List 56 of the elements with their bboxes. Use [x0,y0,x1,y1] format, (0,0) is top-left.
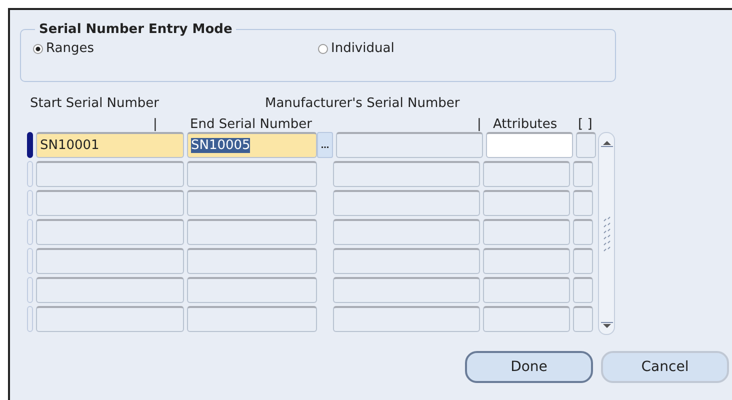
input-field[interactable] [187,190,317,216]
column-separator: | [153,117,158,132]
column-header: Start Serial Number [30,96,160,111]
scrollbar[interactable] [598,132,615,335]
input-field[interactable] [483,277,570,303]
input-field[interactable] [573,190,593,216]
dialog-button[interactable]: Cancel [601,351,729,383]
column-header: Attributes [493,117,558,132]
input-field[interactable] [333,190,480,216]
list-of-values-button[interactable]: ... [317,132,333,158]
input-field[interactable] [187,219,317,245]
input-field[interactable] [36,219,184,245]
column-separator: | [477,117,482,132]
field-value: SN10005 [191,138,250,153]
input-field[interactable] [573,161,593,187]
dialog-button[interactable]: Done [465,351,593,383]
input-field[interactable] [36,277,184,303]
input-field[interactable] [187,161,317,187]
input-field[interactable] [573,306,593,332]
input-field[interactable] [187,248,317,274]
input-field[interactable] [573,277,593,303]
input-field[interactable] [483,248,570,274]
input-field[interactable]: SN10005 [187,132,317,158]
input-field[interactable] [36,190,184,216]
input-field[interactable] [576,132,596,158]
input-field[interactable] [333,248,480,274]
group-title: Serial Number Entry Mode [38,22,234,37]
field-value: SN10001 [40,138,100,153]
input-field[interactable] [36,306,184,332]
input-field[interactable]: SN10001 [36,132,184,158]
scroll-down-icon[interactable] [600,322,612,330]
radio-option[interactable]: Individual [318,41,603,56]
input-field[interactable] [486,132,573,158]
input-field[interactable] [187,306,317,332]
radio-label: Ranges [46,41,94,56]
column-header: End Serial Number [190,117,313,132]
input-field[interactable] [333,161,480,187]
column-header: [ ] [578,117,592,132]
input-field[interactable] [333,277,480,303]
input-field[interactable] [336,132,483,158]
input-field[interactable] [483,161,570,187]
radio-label: Individual [331,41,394,56]
input-field[interactable] [333,219,480,245]
input-field[interactable] [573,248,593,274]
input-field[interactable] [36,248,184,274]
input-field[interactable] [573,219,593,245]
row-indicator[interactable] [27,132,33,158]
input-field[interactable] [333,306,480,332]
radio-option[interactable]: Ranges [33,41,318,56]
input-field[interactable] [36,161,184,187]
input-field[interactable] [187,277,317,303]
column-header: Manufacturer's Serial Number [265,96,460,111]
scroll-up-icon[interactable] [600,139,612,147]
input-field[interactable] [483,219,570,245]
input-field[interactable] [483,306,570,332]
input-field[interactable] [483,190,570,216]
